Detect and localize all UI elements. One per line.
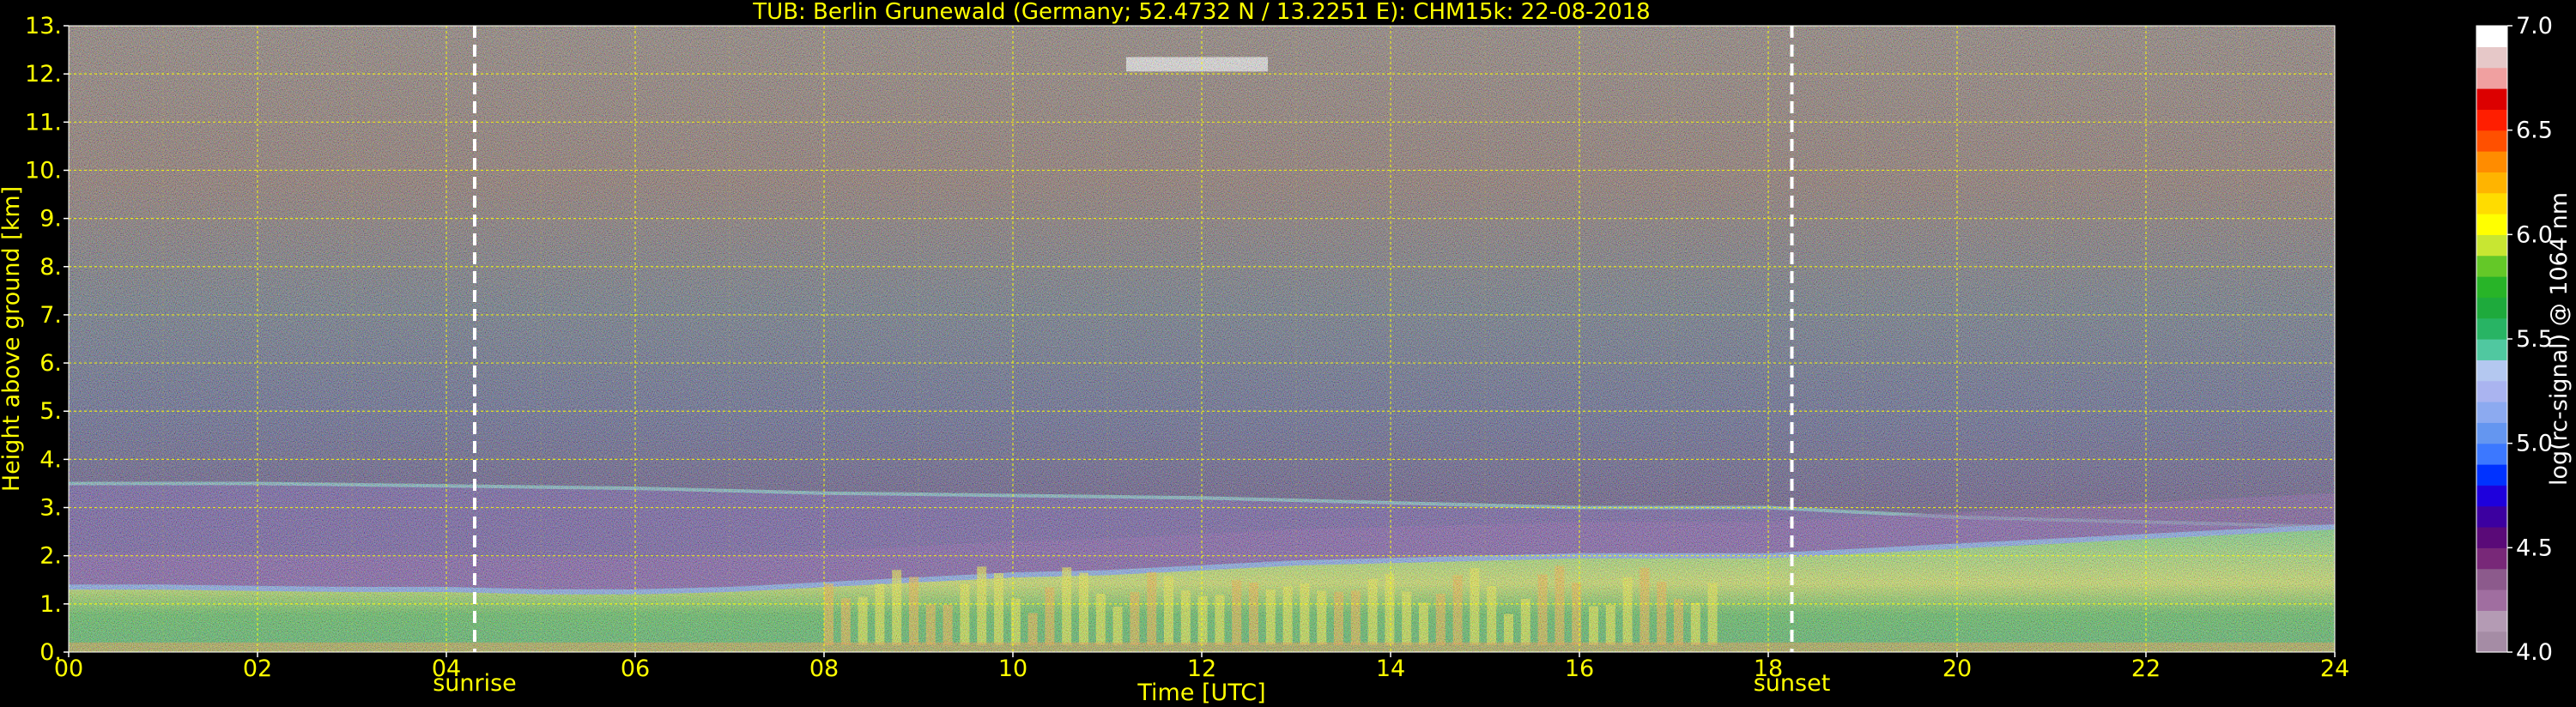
x-tick-label: 00 <box>54 656 83 682</box>
y-axis-label: Height above ground [km] <box>0 186 25 492</box>
x-tick-label: 08 <box>809 656 839 682</box>
colorbar-label: log(rc-signal) @ 1064 nm <box>2546 192 2573 486</box>
y-tick-label: 12. <box>25 61 62 88</box>
lidar-chart: 0. 1. 2. 3. 4. 5. 6. 7. 8. 9. 10. 11. 12. 13. 00 02 04 0… <box>0 0 2576 707</box>
colorbar-swatch <box>2476 547 2507 570</box>
y-tick-label: 11. <box>25 109 62 136</box>
colorbar-swatch <box>2476 589 2507 611</box>
x-tick-label: 06 <box>621 656 650 682</box>
y-tick-label: 5. <box>39 398 62 425</box>
colorbar-swatch <box>2476 505 2507 528</box>
colorbar-swatch <box>2476 276 2507 298</box>
colorbar-swatch <box>2476 109 2507 131</box>
y-tick-label: 9. <box>39 206 62 233</box>
plot-area <box>69 26 2335 652</box>
y-tick-label: 13. <box>25 13 62 39</box>
colorbar-swatch <box>2476 255 2507 277</box>
colorbar-swatch <box>2476 317 2507 340</box>
x-tick-label: 16 <box>1565 656 1594 682</box>
x-tick-label: 02 <box>243 656 272 682</box>
chart-title: TUB: Berlin Grunewald (Germany; 52.4732 … <box>752 0 1650 25</box>
colorbar-swatch <box>2476 631 2507 653</box>
y-tick-label: 4. <box>39 446 62 473</box>
colorbar-swatch <box>2476 568 2507 590</box>
x-tick-label: 20 <box>1943 656 1972 682</box>
colorbar-swatch <box>2476 527 2507 548</box>
y-tick-label: 8. <box>39 254 62 281</box>
colorbar-swatch <box>2476 214 2507 235</box>
colorbar-swatch <box>2476 339 2507 360</box>
colorbar-swatch <box>2476 192 2507 215</box>
sunrise-label: sunrise <box>433 670 517 697</box>
chart-svg: 0.1.2.3.4.5.6.7.8.9.10.11.12.13. 00 02 04 0… <box>0 0 2573 706</box>
colorbar-swatch <box>2476 402 2507 423</box>
colorbar-swatch <box>2476 422 2507 444</box>
colorbar-swatch <box>2476 360 2507 382</box>
y-tick-label: 6. <box>39 350 62 377</box>
x-tick-label: 12 <box>1187 656 1216 682</box>
colorbar-swatch <box>2476 67 2507 89</box>
colorbar-tick-label: 7.0 <box>2516 13 2553 39</box>
y-tick-label: 3. <box>39 495 62 522</box>
colorbar-swatch <box>2476 26 2507 47</box>
colorbar-swatch <box>2476 151 2507 172</box>
x-axis-label: Time [UTC] <box>1136 680 1265 706</box>
x-tick-label: 14 <box>1376 656 1405 682</box>
colorbar-swatch <box>2476 297 2507 319</box>
colorbar: 4.04.55.05.56.06.57.0 <box>2476 13 2553 666</box>
x-tick-label: 22 <box>2131 656 2161 682</box>
colorbar-swatch <box>2476 234 2507 257</box>
colorbar-tick-label: 6.5 <box>2516 118 2553 144</box>
y-tick-label: 7. <box>39 302 62 329</box>
y-tick-label: 10. <box>25 157 62 184</box>
colorbar-swatch <box>2476 88 2507 110</box>
x-tick-label: 10 <box>998 656 1027 682</box>
colorbar-swatch <box>2476 46 2507 69</box>
colorbar-swatch <box>2476 172 2507 194</box>
colorbar-swatch <box>2476 485 2507 507</box>
colorbar-swatch <box>2476 610 2507 632</box>
colorbar-swatch <box>2476 464 2507 486</box>
colorbar-swatch <box>2476 130 2507 152</box>
sunset-label: sunset <box>1754 670 1831 697</box>
y-tick-label: 1. <box>39 591 62 618</box>
colorbar-swatch <box>2476 443 2507 465</box>
colorbar-swatch <box>2476 380 2507 402</box>
y-tick-label: 2. <box>39 543 62 570</box>
colorbar-tick-label: 4.5 <box>2516 535 2553 561</box>
colorbar-tick-label: 4.0 <box>2516 639 2553 666</box>
x-tick-label: 24 <box>2320 656 2349 682</box>
